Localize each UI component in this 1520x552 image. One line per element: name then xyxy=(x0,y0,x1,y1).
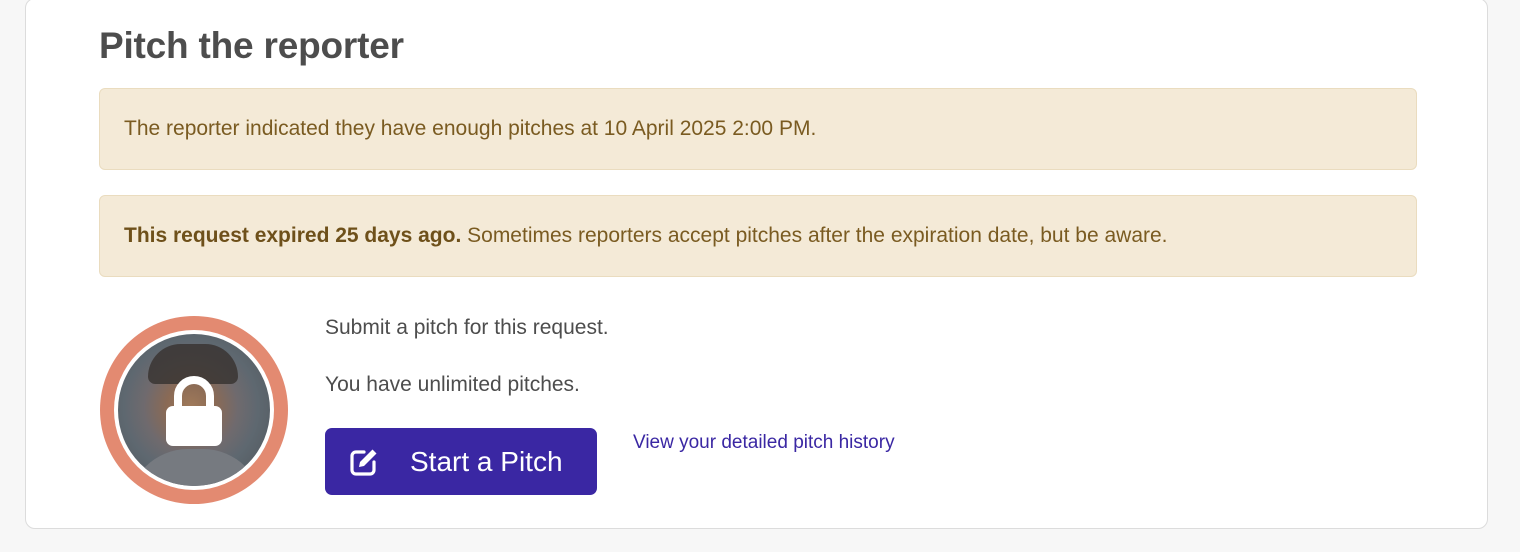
enough-pitches-alert-text: The reporter indicated they have enough … xyxy=(124,117,817,140)
reporter-avatar xyxy=(100,316,288,504)
pitch-card: Pitch the reporter The reporter indicate… xyxy=(25,0,1488,529)
expired-request-alert: This request expired 25 days ago. Someti… xyxy=(99,195,1417,277)
enough-pitches-alert: The reporter indicated they have enough … xyxy=(99,88,1417,170)
avatar-ring-gap xyxy=(114,330,274,490)
start-pitch-button-label: Start a Pitch xyxy=(410,445,563,477)
lock-icon xyxy=(166,376,222,446)
pitch-allowance-text: You have unlimited pitches. xyxy=(325,373,580,396)
edit-icon xyxy=(350,449,377,476)
page-title: Pitch the reporter xyxy=(99,25,404,66)
pitch-history-link[interactable]: View your detailed pitch history xyxy=(633,432,895,454)
expired-alert-content: This request expired 25 days ago. Someti… xyxy=(124,224,1168,248)
expired-alert-bold-text: This request expired 25 days ago. xyxy=(124,224,462,247)
expired-alert-text: Sometimes reporters accept pitches after… xyxy=(461,224,1168,247)
start-pitch-button[interactable]: Start a Pitch xyxy=(325,428,597,495)
avatar-photo-blurred xyxy=(118,334,270,486)
submit-pitch-text: Submit a pitch for this request. xyxy=(325,316,609,339)
